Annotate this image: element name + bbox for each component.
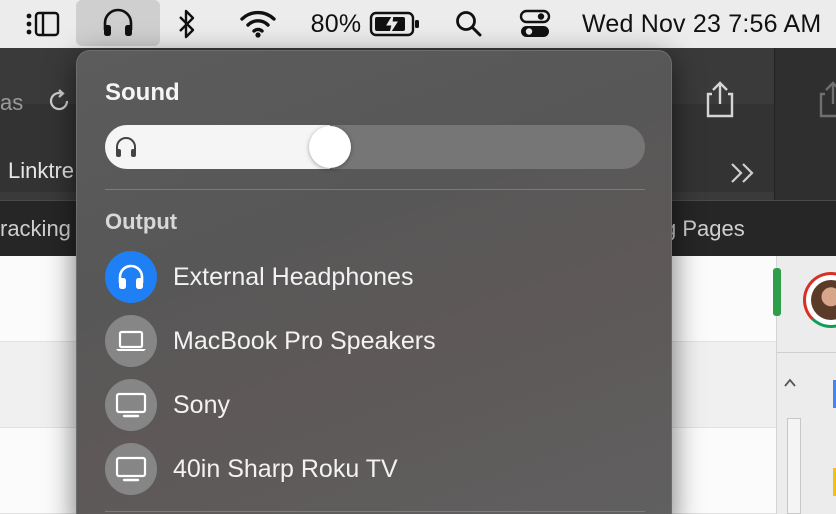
sound-title: Sound (105, 79, 180, 106)
wifi-icon[interactable] (236, 0, 280, 48)
device-label: Sony (173, 390, 230, 419)
device-label: External Headphones (173, 262, 414, 291)
sound-panel: Sound Output External Headphones MacBook… (76, 50, 672, 514)
output-device-macbook-pro-speakers[interactable]: MacBook Pro Speakers (105, 315, 645, 367)
battery-icon[interactable] (366, 0, 424, 48)
spotlight-search-icon[interactable] (450, 0, 488, 48)
tab-right-title[interactable]: g Pages (664, 216, 745, 242)
divider (105, 511, 645, 512)
device-label: 40in Sharp Roku TV (173, 454, 398, 483)
device-label: MacBook Pro Speakers (173, 326, 436, 355)
display-icon (105, 379, 157, 431)
volume-slider[interactable] (105, 125, 645, 169)
sound-menu-button[interactable] (76, 0, 160, 46)
control-center-icon[interactable] (514, 0, 556, 48)
sidebar-toggle-icon[interactable] (18, 0, 66, 48)
date-time-text: Wed Nov 23 7:56 AM (582, 9, 822, 38)
headphones-icon (116, 137, 136, 157)
battery-percent-text: 80% (310, 9, 362, 38)
output-section-label: Output (105, 209, 178, 234)
address-field-text[interactable]: as (0, 90, 23, 116)
share-icon[interactable] (702, 80, 738, 125)
volume-slider-knob[interactable] (309, 126, 351, 168)
side-panel (773, 256, 836, 514)
clock[interactable]: Wed Nov 23 7:56 AM (582, 0, 836, 48)
second-window-toolbar (774, 48, 836, 200)
share-icon (819, 81, 836, 118)
headphones-icon (103, 8, 133, 36)
chevron-up-icon[interactable] (783, 376, 797, 395)
scrollbar[interactable] (787, 418, 801, 514)
bluetooth-icon[interactable] (170, 0, 204, 48)
green-indicator (773, 268, 781, 316)
tab-left-title[interactable]: racking (0, 216, 71, 242)
bookmark-item[interactable]: Linktre (8, 158, 74, 184)
headphones-icon (105, 251, 157, 303)
laptop-icon (105, 315, 157, 367)
menu-bar: 80% Wed Nov 23 7:56 AM (0, 0, 836, 48)
avatar[interactable] (803, 272, 836, 328)
reload-icon[interactable] (46, 88, 72, 119)
battery-percent[interactable]: 80% (306, 0, 366, 48)
display-icon (105, 443, 157, 495)
output-device-external-headphones[interactable]: External Headphones (105, 251, 645, 303)
divider (105, 189, 645, 190)
chevron-double-right-icon[interactable] (728, 160, 758, 191)
output-device-sony[interactable]: Sony (105, 379, 645, 431)
output-device-sharp-roku-tv[interactable]: 40in Sharp Roku TV (105, 443, 645, 495)
